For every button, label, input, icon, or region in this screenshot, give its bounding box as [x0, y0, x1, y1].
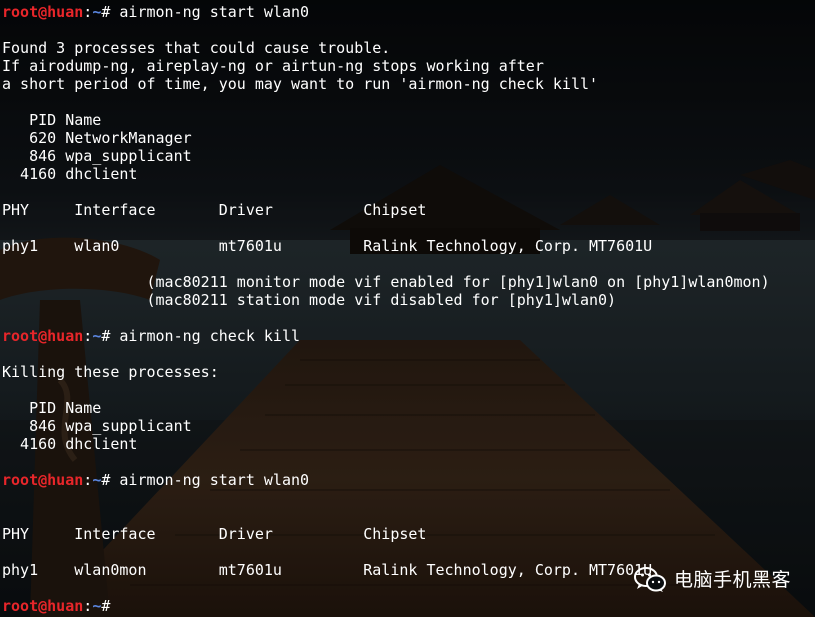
prompt-line: root@huan:~#	[2, 597, 770, 615]
command-text: airmon-ng start wlan0	[119, 471, 310, 489]
output-line: PHY Interface Driver Chipset	[2, 201, 427, 219]
output-line: If airodump-ng, aireplay-ng or airtun-ng…	[2, 57, 544, 75]
prompt-path: ~	[92, 471, 102, 489]
output-line: 620 NetworkManager	[2, 129, 192, 147]
terminal-window[interactable]: root@huan:~# airmon-ng start wlan0 Found…	[0, 0, 815, 617]
output-line: PID Name	[2, 111, 102, 129]
output-line: a short period of time, you may want to …	[2, 75, 599, 93]
output-line: (mac80211 monitor mode vif enabled for […	[2, 273, 770, 291]
prompt-user: root@huan	[2, 597, 84, 615]
command-text: airmon-ng start wlan0	[119, 3, 310, 21]
command-text	[119, 597, 128, 615]
prompt-line: root@huan:~# airmon-ng start wlan0	[2, 3, 770, 21]
output-line: phy1 wlan0 mt7601u Ralink Technology, Co…	[2, 237, 653, 255]
prompt-separator: :	[83, 471, 93, 489]
prompt-user: root@huan	[2, 471, 84, 489]
output-line: PHY Interface Driver Chipset	[2, 525, 427, 543]
watermark: 电脑手机黑客	[633, 567, 791, 593]
prompt-symbol: #	[101, 471, 120, 489]
prompt-path: ~	[92, 327, 102, 345]
prompt-separator: :	[83, 597, 93, 615]
command-text: airmon-ng check kill	[119, 327, 301, 345]
output-line: Found 3 processes that could cause troub…	[2, 39, 391, 57]
watermark-text: 电脑手机黑客	[673, 569, 791, 591]
output-line: Killing these processes:	[2, 363, 219, 381]
output-line: PID Name	[2, 399, 102, 417]
prompt-separator: :	[83, 327, 93, 345]
prompt-line: root@huan:~# airmon-ng start wlan0	[2, 471, 770, 489]
prompt-symbol: #	[101, 597, 120, 615]
prompt-user: root@huan	[2, 327, 84, 345]
prompt-symbol: #	[101, 327, 120, 345]
prompt-separator: :	[83, 3, 93, 21]
terminal-output[interactable]: root@huan:~# airmon-ng start wlan0 Found…	[2, 3, 770, 615]
wechat-icon	[633, 567, 666, 593]
prompt-path: ~	[92, 597, 102, 615]
prompt-user: root@huan	[2, 3, 84, 21]
output-line: 4160 dhclient	[2, 165, 138, 183]
output-line: (mac80211 station mode vif disabled for …	[2, 291, 617, 309]
output-line: 846 wpa_supplicant	[2, 147, 192, 165]
output-line: 4160 dhclient	[2, 435, 138, 453]
prompt-path: ~	[92, 3, 102, 21]
prompt-symbol: #	[101, 3, 120, 21]
prompt-line: root@huan:~# airmon-ng check kill	[2, 327, 770, 345]
output-line: 846 wpa_supplicant	[2, 417, 192, 435]
